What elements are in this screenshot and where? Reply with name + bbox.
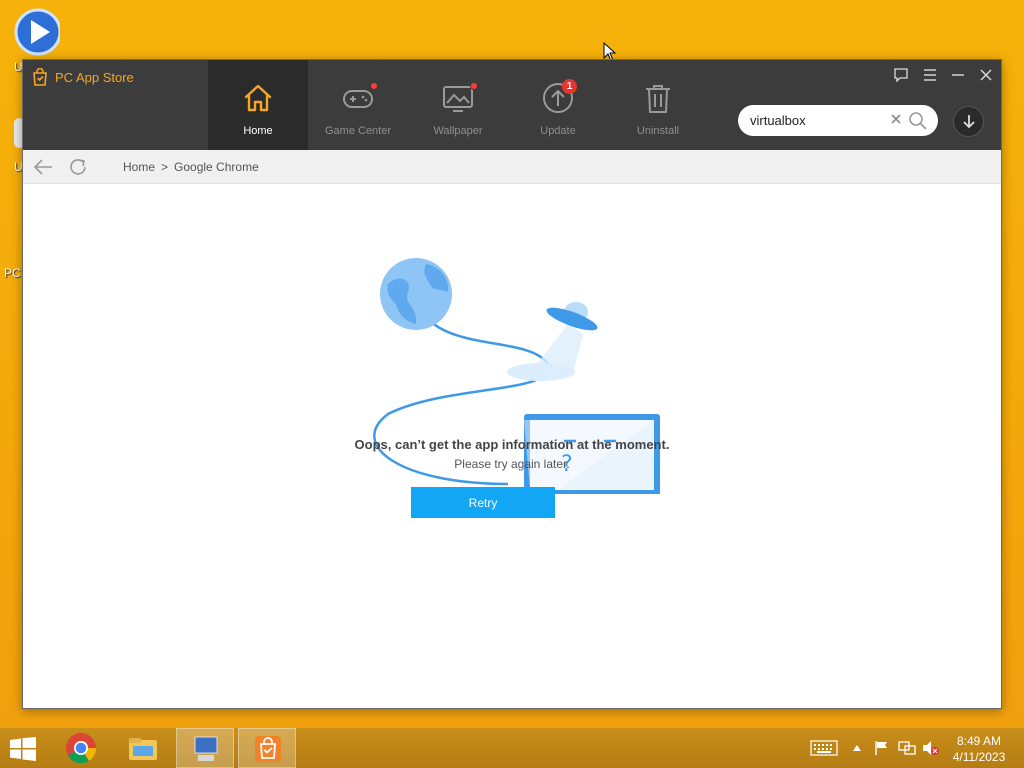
taskbar-chrome[interactable] <box>52 728 110 768</box>
download-arrow-icon <box>963 115 975 129</box>
action-center-flag-icon[interactable] <box>874 740 890 756</box>
app-title: PC App Store <box>55 69 134 85</box>
taskbar-file-explorer[interactable] <box>114 728 172 768</box>
system-clock[interactable]: 8:49 AM 4/11/2023 <box>948 733 1010 765</box>
nav-update[interactable]: 1 Update <box>508 60 608 150</box>
breadcrumb: Home > Google Chrome <box>123 160 259 174</box>
windows-logo-icon <box>10 737 36 761</box>
navigation-toolbar: Home > Google Chrome <box>23 150 1001 184</box>
clear-search-icon[interactable] <box>890 113 902 125</box>
error-content: ? Oops, can’t get the app information at… <box>23 184 1001 708</box>
folder-icon <box>129 738 157 760</box>
error-subtitle: Please try again later. <box>454 457 570 471</box>
nav-uninstall-label: Uninstall <box>636 125 680 137</box>
store-bag-icon <box>255 736 281 762</box>
search-box <box>738 105 938 136</box>
app-window: PC App Store Home Game Center Wallpaper … <box>22 59 1002 709</box>
menu-icon[interactable] <box>923 68 937 82</box>
taskbar: 8:49 AM 4/11/2023 <box>0 728 1024 768</box>
notification-dot <box>470 82 478 90</box>
nav-game-center[interactable]: Game Center <box>308 60 408 150</box>
search-icon[interactable] <box>908 111 928 131</box>
main-nav: Home Game Center Wallpaper 1 Update Unin… <box>208 60 708 150</box>
media-player-icon <box>14 8 60 56</box>
nav-home-label: Home <box>243 125 273 137</box>
computer-icon <box>194 736 218 761</box>
nav-game-center-label: Game Center <box>324 125 392 137</box>
taskbar-pc-app-store[interactable] <box>238 728 296 768</box>
volume-muted-icon[interactable] <box>922 740 940 756</box>
nav-wallpaper-label: Wallpaper <box>433 125 483 137</box>
breadcrumb-current: Google Chrome <box>174 160 259 174</box>
clock-time: 8:49 AM <box>956 734 1002 748</box>
network-icon[interactable] <box>898 740 916 756</box>
nav-wallpaper[interactable]: Wallpaper <box>408 60 508 150</box>
nav-update-label: Update <box>540 125 576 137</box>
minimize-icon[interactable] <box>951 68 965 82</box>
start-button[interactable] <box>0 728 46 768</box>
breadcrumb-separator: > <box>161 160 169 174</box>
search-input[interactable] <box>750 111 880 130</box>
nav-uninstall[interactable]: Uninstall <box>608 60 708 150</box>
downloads-button[interactable] <box>953 106 984 137</box>
chrome-icon <box>66 733 97 764</box>
breadcrumb-home[interactable]: Home <box>123 160 155 174</box>
update-count-badge: 1 <box>562 79 577 94</box>
back-arrow-icon[interactable] <box>33 158 53 176</box>
retry-button[interactable]: Retry <box>411 487 555 518</box>
titlebar: PC App Store Home Game Center Wallpaper … <box>23 60 1001 150</box>
store-bag-icon <box>33 68 47 86</box>
chevron-up-icon[interactable] <box>852 744 862 752</box>
taskbar-remote-desktop[interactable] <box>176 728 234 768</box>
notification-dot <box>370 82 378 90</box>
nav-home[interactable]: Home <box>208 60 308 150</box>
clock-date: 4/11/2023 <box>952 750 1006 764</box>
keyboard-icon[interactable] <box>810 740 838 756</box>
app-brand: PC App Store <box>31 68 134 86</box>
refresh-icon[interactable] <box>69 158 89 176</box>
feedback-icon[interactable] <box>894 68 908 82</box>
close-icon[interactable] <box>979 68 993 82</box>
home-icon <box>244 84 272 112</box>
trash-icon <box>646 85 670 113</box>
error-title: Oops, can’t get the app information at t… <box>354 437 670 452</box>
desktop-icon-label: PC <box>4 266 21 280</box>
